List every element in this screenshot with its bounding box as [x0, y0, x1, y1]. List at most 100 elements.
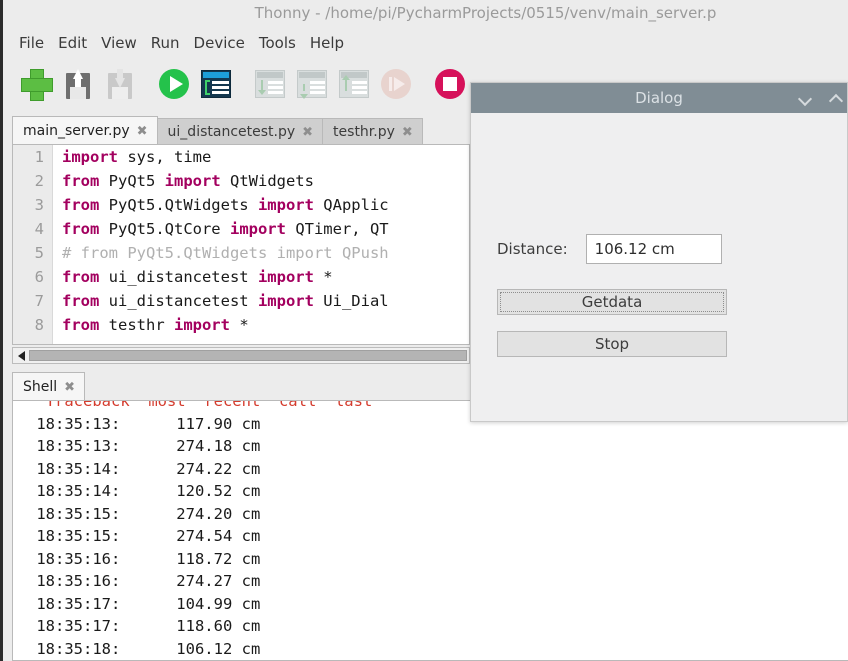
resume-icon [381, 69, 411, 99]
line-number: 4 [34, 220, 44, 238]
shell-tab[interactable]: Shell ✖ [12, 372, 86, 401]
code-line: from testhr import * [54, 313, 469, 337]
line-number: 5 [34, 244, 44, 262]
close-icon[interactable]: ✖ [64, 380, 75, 395]
editor-tab-testhr[interactable]: testhr.py ✖ [322, 118, 423, 145]
menu-item-run[interactable]: Run [144, 33, 187, 53]
menu-item-help[interactable]: Help [303, 33, 351, 53]
code-line: from PyQt5.QtCore import QTimer, QT [54, 217, 469, 241]
scrollbar-thumb[interactable] [29, 350, 467, 361]
shell-output-line: 18:35:16: 274.27 cm [27, 572, 261, 590]
code-text: QTimer, QT [285, 220, 389, 238]
shell-lines: Traceback most recent call last 18:35:13… [13, 401, 848, 660]
editor-tabstrip: main_server.py ✖ ui_distancetest.py ✖ te… [12, 116, 423, 145]
step-into-button[interactable] [249, 63, 291, 105]
line-number: 6 [34, 268, 44, 286]
editor-tab-label: testhr.py [333, 124, 395, 140]
shell-output-line: 18:35:15: 274.54 cm [27, 527, 261, 545]
step-over-button[interactable] [291, 63, 333, 105]
editor-tab-label: main_server.py [23, 123, 130, 139]
menu-item-device[interactable]: Device [187, 33, 252, 53]
dialog-body: Distance: 106.12 cm Getdata Stop [471, 113, 847, 422]
code-keyword: from [62, 292, 100, 310]
code-text: QApplic [313, 196, 389, 214]
editor-code[interactable]: import sys, time from PyQt5 import QtWidg… [54, 145, 469, 344]
step-into-icon [255, 70, 285, 98]
code-text: * [313, 268, 333, 286]
new-file-icon [21, 69, 53, 101]
menu-item-view[interactable]: View [94, 33, 144, 53]
shell-output-line: 18:35:14: 274.22 cm [27, 459, 261, 478]
editor-tab-ui-distancetest[interactable]: ui_distancetest.py ✖ [156, 118, 324, 145]
close-icon[interactable]: ✖ [302, 125, 313, 140]
code-text: PyQt5.QtWidgets [99, 196, 258, 214]
code-keyword: from [62, 196, 100, 214]
menu-item-edit[interactable]: Edit [51, 33, 94, 53]
debug-button[interactable] [195, 63, 237, 105]
code-line: # from PyQt5.QtWidgets import QPush [54, 241, 469, 265]
distance-input[interactable]: 106.12 cm [585, 234, 722, 264]
code-keyword: import [173, 316, 230, 334]
debug-icon [201, 70, 231, 98]
code-text: Ui_Dial [313, 292, 389, 310]
line-number: 3 [34, 196, 44, 214]
code-text: sys, time [118, 148, 212, 166]
load-file-icon [106, 69, 134, 99]
shell-output-area[interactable]: Traceback most recent call last 18:35:13… [12, 400, 848, 661]
stop-button[interactable] [429, 63, 471, 105]
shell-output-line: 18:35:13: 274.18 cm [27, 437, 261, 455]
close-icon[interactable]: ✖ [402, 125, 413, 140]
distance-dialog-window: Dialog Distance: 106.12 cm Getdata Stop [470, 82, 848, 422]
step-out-icon [339, 70, 369, 98]
code-keyword: import [257, 268, 314, 286]
step-out-button[interactable] [333, 63, 375, 105]
close-icon[interactable]: ✖ [137, 124, 148, 139]
shell-tab-label: Shell [23, 379, 58, 395]
resume-button[interactable] [375, 63, 417, 105]
code-line: import sys, time [54, 145, 469, 169]
save-file-button[interactable] [57, 63, 99, 105]
code-keyword: import [257, 292, 314, 310]
code-text: * [229, 316, 249, 334]
load-file-button[interactable] [99, 63, 141, 105]
code-keyword: from [62, 220, 100, 238]
editor-tab-main-server[interactable]: main_server.py ✖ [12, 116, 158, 145]
chevron-down-icon[interactable] [799, 92, 812, 105]
scroll-left-arrow-icon[interactable] [13, 348, 29, 363]
thonny-window: Thonny - /home/pi/PycharmProjects/0515/v… [0, 0, 848, 661]
code-keyword: import [257, 196, 314, 214]
stop-dialog-button[interactable]: Stop [497, 331, 727, 357]
line-number: 2 [34, 172, 44, 190]
dialog-title: Dialog [635, 89, 683, 107]
code-keyword: from [62, 268, 100, 286]
menu-item-tools[interactable]: Tools [252, 33, 303, 53]
chevron-up-icon[interactable] [830, 92, 843, 105]
save-file-icon [64, 69, 92, 99]
window-title: Thonny - /home/pi/PycharmProjects/0515/v… [254, 4, 717, 22]
shell-output-line: 18:35:15: 274.20 cm [27, 504, 261, 523]
shell-output-line: 18:35:18: 106.12 cm [27, 639, 261, 658]
line-number: 7 [34, 292, 44, 310]
line-number: 1 [34, 148, 44, 166]
getdata-button[interactable]: Getdata [497, 289, 727, 315]
window-titlebar: Thonny - /home/pi/PycharmProjects/0515/v… [3, 0, 848, 26]
menu-item-file[interactable]: File [12, 33, 51, 53]
line-number: 8 [34, 316, 44, 334]
code-text: ui_distancetest [99, 292, 258, 310]
shell-output-line: 18:35:14: 120.52 cm [27, 482, 261, 500]
code-text: QtWidgets [220, 172, 314, 190]
code-line: from ui_distancetest import * [54, 265, 469, 289]
editor-horizontal-scrollbar[interactable] [12, 347, 470, 364]
distance-row: Distance: 106.12 cm [497, 234, 722, 264]
run-button[interactable] [153, 63, 195, 105]
editor-text-area[interactable]: 12345678 import sys, time from PyQt5 impo… [12, 144, 470, 345]
new-file-button[interactable] [15, 63, 57, 105]
dialog-titlebar[interactable]: Dialog [471, 83, 847, 113]
distance-label: Distance: [497, 240, 568, 258]
code-keyword: from [62, 172, 100, 190]
code-text: testhr [99, 316, 174, 334]
menubar: File Edit View Run Device Tools Help [3, 30, 848, 56]
code-line: from ui_distancetest import Ui_Dial [54, 289, 469, 313]
code-keyword: from [62, 316, 100, 334]
code-keyword: import [164, 172, 221, 190]
